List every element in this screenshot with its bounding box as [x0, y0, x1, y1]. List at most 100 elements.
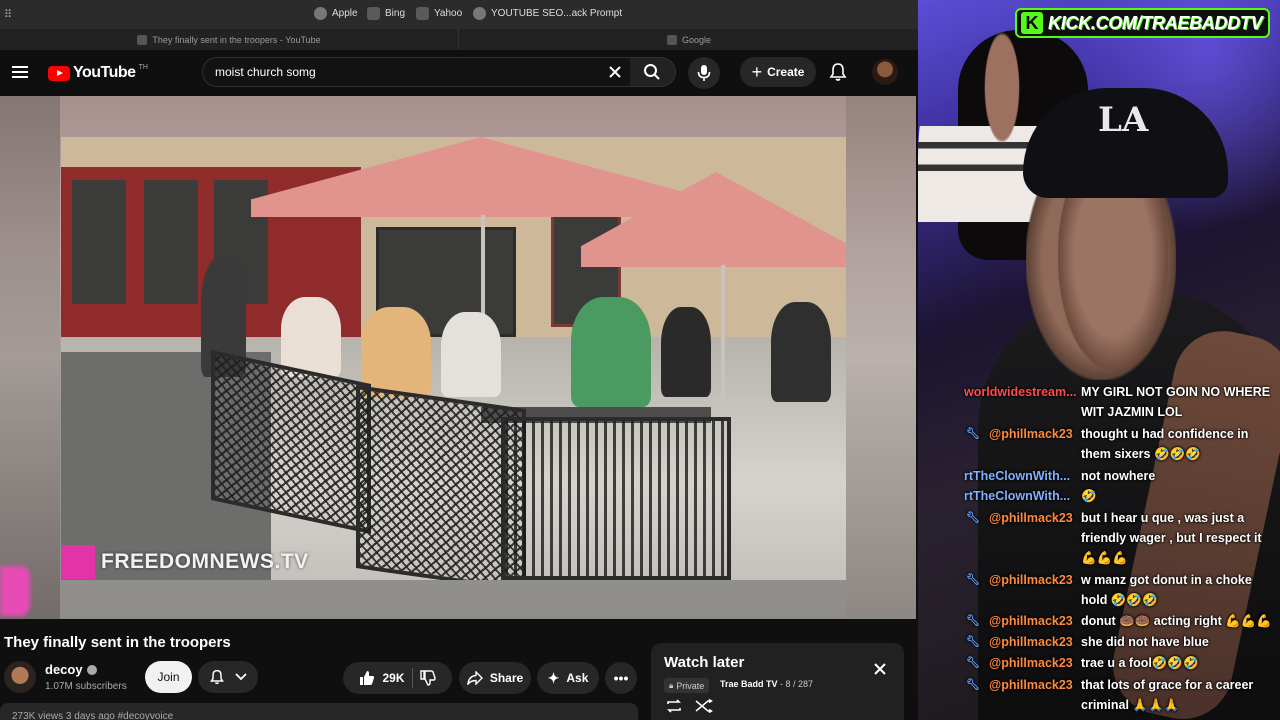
search-input[interactable] [215, 58, 595, 86]
browser-window: ⠿ Apple Bing Yahoo YOUTUBE SEO...ack Pro… [0, 0, 918, 720]
ask-label: Ask [566, 671, 589, 685]
channel-name[interactable]: decoy [45, 662, 97, 677]
chat-overlay: worldwidestream... MY GIRL NOT GOIN NO WH… [918, 382, 1280, 720]
loop-icon[interactable] [665, 699, 683, 713]
like-count[interactable]: 29K [382, 671, 404, 685]
subscriber-count: 1.07M subscribers [45, 681, 127, 692]
share-label: Share [489, 671, 524, 685]
channel-name-text: decoy [45, 662, 83, 677]
bookmark-label: Yahoo [434, 8, 463, 19]
diner-figure [571, 297, 651, 407]
clear-search-icon[interactable] [604, 61, 626, 83]
bookmark-label: Bing [385, 8, 406, 19]
close-playlist-icon[interactable] [873, 661, 887, 679]
chat-username[interactable]: rtTheClownWith... [964, 486, 1070, 506]
chat-text: but I hear u que , was just a friendly w… [1081, 511, 1262, 565]
channel-avatar[interactable] [4, 661, 36, 693]
diner-figure [771, 302, 831, 402]
playlist-owner[interactable]: Trae Badd TV [720, 679, 778, 689]
privacy-badge: 🔒︎ Private [664, 678, 710, 693]
tab-strip: They finally sent in the troopers - YouT… [0, 29, 918, 50]
chat-text: not nowhere [1081, 469, 1156, 483]
video-frame[interactable]: FREEDOMNEWS.TV [61, 137, 846, 580]
chat-username[interactable]: @phillmack23 [989, 653, 1073, 673]
moderator-wrench-icon: 🔧︎ [966, 657, 980, 669]
chat-text: thought u had confidence in them sixers … [1081, 427, 1249, 461]
chat-username[interactable]: @phillmack23 [989, 424, 1073, 444]
bookmark-label: YOUTUBE SEO...ack Prompt [491, 8, 623, 19]
moderator-wrench-icon: 🔧︎ [966, 615, 980, 627]
chat-username[interactable]: @phillmack23 [989, 611, 1073, 631]
video-title: They finally sent in the troopers [4, 634, 231, 651]
logo-text: YouTube [73, 64, 136, 81]
diner-figure [361, 307, 431, 397]
diner-figure [661, 307, 711, 397]
youtube-play-icon [48, 65, 70, 81]
youtube-logo[interactable]: YouTube TH [48, 64, 148, 82]
share-icon [466, 671, 483, 685]
moderator-wrench-icon: 🔧︎ [966, 512, 980, 524]
tab-google[interactable]: Google [460, 29, 918, 50]
chat-username[interactable]: rtTheClownWith... [964, 466, 1070, 486]
voice-search-button[interactable] [688, 57, 720, 89]
share-button[interactable]: Share [459, 662, 531, 694]
thumbs-down-icon[interactable] [419, 670, 436, 686]
divider [411, 668, 413, 688]
account-avatar[interactable] [872, 59, 898, 85]
hamburger-menu-icon[interactable] [12, 66, 28, 78]
chat-text: donut 🍩🍩 acting right 💪💪💪 [1081, 614, 1272, 628]
join-button[interactable]: Join [145, 661, 192, 693]
diner-figure [441, 312, 501, 397]
window [141, 177, 201, 307]
bookmark-bing[interactable]: Bing [367, 7, 405, 20]
window [69, 177, 129, 307]
bookmarks-bar: ⠿ Apple Bing Yahoo YOUTUBE SEO...ack Pro… [0, 0, 918, 29]
tab-label: Google [681, 34, 712, 45]
kick-channel-banner: K KICK.COM/TRAEBADDTV [1015, 8, 1271, 38]
video-watermark: FREEDOMNEWS.TV [61, 545, 309, 579]
bookmark-apple[interactable]: Apple [314, 7, 358, 20]
chat-text: 🤣 [1081, 489, 1097, 503]
moderator-wrench-icon: 🔧︎ [966, 679, 980, 691]
apps-grid-icon[interactable]: ⠿ [4, 9, 16, 21]
country-code: TH [138, 63, 148, 71]
shuffle-icon[interactable] [695, 699, 713, 713]
notifications-bell-icon[interactable] [828, 62, 848, 82]
description-box[interactable]: 273K views 3 days ago #decoyvoice [0, 703, 638, 720]
microphone-icon [697, 65, 711, 81]
privacy-label: Private [676, 680, 705, 691]
playlist-position: 8 / 287 [785, 679, 814, 689]
create-button[interactable]: + Create [740, 57, 816, 87]
ask-button[interactable]: ✦ Ask [537, 662, 599, 694]
bell-icon [210, 669, 224, 685]
chat-username[interactable]: worldwidestream... [964, 382, 1077, 402]
youtube-header: YouTube TH + Create [0, 50, 918, 96]
chat-username[interactable]: @phillmack23 [989, 632, 1073, 652]
thumbs-up-icon[interactable] [359, 670, 375, 686]
watermark-logo-icon [61, 545, 95, 579]
bookmark-yahoo[interactable]: Yahoo [416, 7, 462, 20]
streamer-hand [1058, 180, 1168, 370]
tab-youtube[interactable]: They finally sent in the troopers - YouT… [0, 29, 459, 50]
bookmark-youtube-seo[interactable]: YOUTUBE SEO...ack Prompt [473, 7, 622, 20]
chat-username[interactable]: @phillmack23 [989, 570, 1073, 590]
playlist-panel: Watch later 🔒︎ Private Trae Badd TV - 8 … [651, 643, 904, 720]
patio-chairs [501, 417, 731, 580]
chat-username[interactable]: @phillmack23 [989, 675, 1073, 695]
apple-favicon-icon [314, 7, 327, 20]
subscription-notify-button[interactable] [198, 661, 258, 693]
chevron-down-icon [235, 673, 247, 681]
moderator-wrench-icon: 🔧︎ [966, 428, 980, 440]
playlist-title[interactable]: Watch later [664, 654, 744, 671]
moderator-wrench-icon: 🔧︎ [966, 636, 980, 648]
ambient-glow [0, 566, 30, 616]
sparkle-icon: ✦ [547, 669, 560, 686]
search-button[interactable] [630, 57, 676, 87]
kick-url: KICK.COM/TRAEBADDTV [1048, 12, 1263, 33]
tab-label: They finally sent in the troopers - YouT… [152, 34, 321, 45]
chat-text: w manz got donut in a choke hold 🤣🤣🤣 [1081, 573, 1252, 607]
more-actions-icon[interactable]: ••• [605, 662, 637, 694]
chat-text: that lots of grace for a career criminal… [1081, 678, 1254, 712]
yahoo-favicon-icon [416, 7, 429, 20]
chat-username[interactable]: @phillmack23 [989, 508, 1073, 528]
